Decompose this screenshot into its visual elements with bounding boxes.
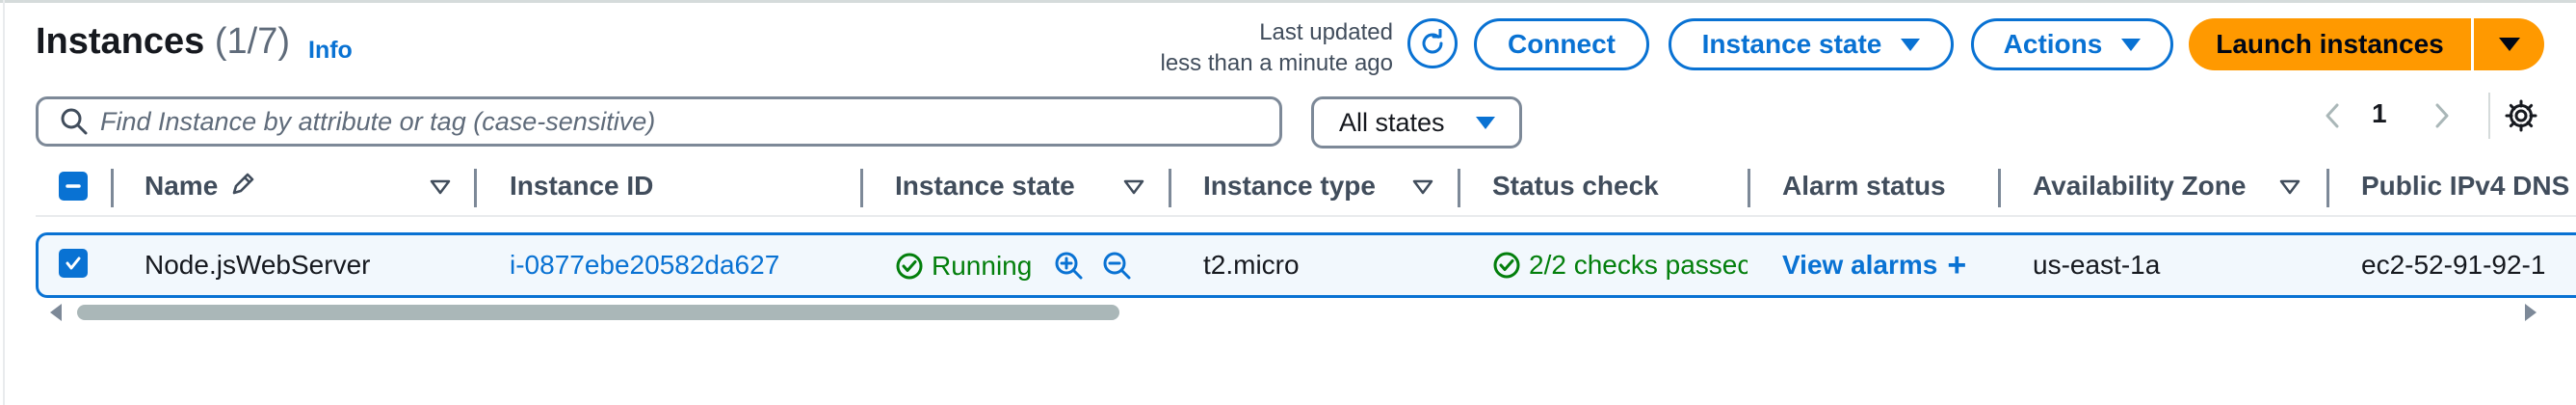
caret-down-icon [1476, 116, 1495, 129]
cell-availability-zone: us-east-1a [2033, 250, 2161, 280]
column-label: Name [145, 171, 219, 201]
edit-icon [232, 173, 254, 195]
chevron-right-icon [2435, 103, 2449, 128]
chevron-left-icon [2326, 103, 2339, 128]
column-header-status-check[interactable]: Status check [1492, 171, 1659, 202]
column-separator [111, 169, 114, 207]
left-border [3, 0, 5, 405]
instance-state-button[interactable]: Instance state [1669, 18, 1954, 70]
caret-down-icon [2498, 38, 2520, 51]
zoom-in-icon[interactable] [1053, 250, 1086, 283]
state-text: Running [932, 251, 1033, 281]
cell-instance-type: t2.micro [1203, 250, 1300, 280]
next-page-button[interactable] [2428, 96, 2457, 135]
last-updated: Last updated less than a minute ago [1108, 17, 1394, 79]
connect-label: Connect [1508, 29, 1616, 59]
column-header-instance-id[interactable]: Instance ID [510, 171, 653, 202]
info-link[interactable]: Info [308, 37, 353, 65]
cell-instance-state: Running [895, 250, 1134, 283]
column-separator [860, 169, 863, 207]
state-filter-value: All states [1339, 107, 1445, 137]
last-updated-value: less than a minute ago [1160, 50, 1394, 76]
view-alarms-link[interactable]: View alarms + [1782, 249, 1966, 282]
preferences-button[interactable] [2502, 96, 2540, 135]
scroll-right-arrow[interactable] [2525, 304, 2537, 321]
sort-icon[interactable] [1412, 179, 1433, 195]
column-separator [1748, 169, 1750, 207]
sort-icon[interactable] [1123, 179, 1144, 195]
pager-divider [2488, 93, 2490, 139]
row-checkbox[interactable] [59, 249, 88, 278]
instance-count: (1/7) [214, 21, 291, 62]
last-updated-label: Last updated [1259, 19, 1393, 45]
caret-down-icon [1901, 38, 1921, 51]
column-header-instance-type[interactable]: Instance type [1203, 171, 1376, 202]
previous-page-button[interactable] [2318, 96, 2347, 135]
view-alarms-label: View alarms [1782, 250, 1938, 280]
actions-label: Actions [2003, 29, 2103, 59]
cell-public-dns: ec2-52-91-92-1 [2361, 250, 2546, 280]
table-row[interactable] [36, 232, 2576, 298]
refresh-icon [1422, 29, 1443, 54]
gear-icon [2505, 99, 2537, 132]
cell-name: Node.jsWebServer [145, 250, 371, 280]
caret-down-icon [2121, 38, 2142, 51]
cell-instance-id-link[interactable]: i-0877ebe20582da627 [510, 250, 779, 281]
search-box[interactable] [36, 96, 1282, 147]
plus-icon[interactable]: + [1947, 249, 1966, 282]
column-separator [1458, 169, 1460, 207]
connect-button[interactable]: Connect [1474, 18, 1649, 70]
search-input[interactable] [98, 105, 1258, 138]
launch-label: Launch instances [2216, 29, 2444, 59]
column-header-alarm-status[interactable]: Alarm status [1782, 171, 1946, 202]
page-number[interactable]: 1 [2372, 98, 2387, 129]
indeterminate-icon [66, 184, 81, 188]
cell-status-check: 2/2 checks passec [1492, 250, 1748, 281]
sort-icon[interactable] [430, 179, 451, 195]
scroll-left-arrow[interactable] [50, 304, 62, 321]
state-filter-select[interactable]: All states [1311, 96, 1522, 148]
column-header-instance-state[interactable]: Instance state [895, 171, 1075, 202]
zoom-out-icon[interactable] [1101, 250, 1134, 283]
instance-state-label: Instance state [1701, 29, 1882, 59]
checkbox-check-icon [66, 256, 81, 270]
column-separator [1998, 169, 2001, 207]
top-border [0, 0, 2576, 3]
page-title: Instances (1/7) [36, 21, 290, 63]
refresh-button[interactable] [1407, 18, 1458, 68]
status-check-text: 2/2 checks passec [1529, 250, 1748, 280]
check-circle-icon [1493, 252, 1520, 279]
column-header-public-ipv4-dns[interactable]: Public IPv4 DNS [2361, 171, 2576, 202]
search-icon [60, 107, 89, 136]
select-all-checkbox[interactable] [59, 172, 88, 201]
column-separator [1169, 169, 1171, 207]
column-separator [474, 169, 477, 207]
column-header-availability-zone[interactable]: Availability Zone [2033, 171, 2246, 202]
launch-instances-button[interactable]: Launch instances [2189, 18, 2471, 70]
column-header-name[interactable]: Name [145, 171, 256, 202]
header-divider [36, 215, 2576, 217]
scrollbar-thumb[interactable] [77, 305, 1119, 320]
check-circle-icon [896, 253, 923, 280]
title-text: Instances [36, 21, 205, 62]
launch-dropdown-button[interactable] [2474, 18, 2544, 70]
column-separator [2326, 169, 2329, 207]
sort-icon[interactable] [2279, 179, 2300, 195]
actions-button[interactable]: Actions [1971, 18, 2173, 70]
